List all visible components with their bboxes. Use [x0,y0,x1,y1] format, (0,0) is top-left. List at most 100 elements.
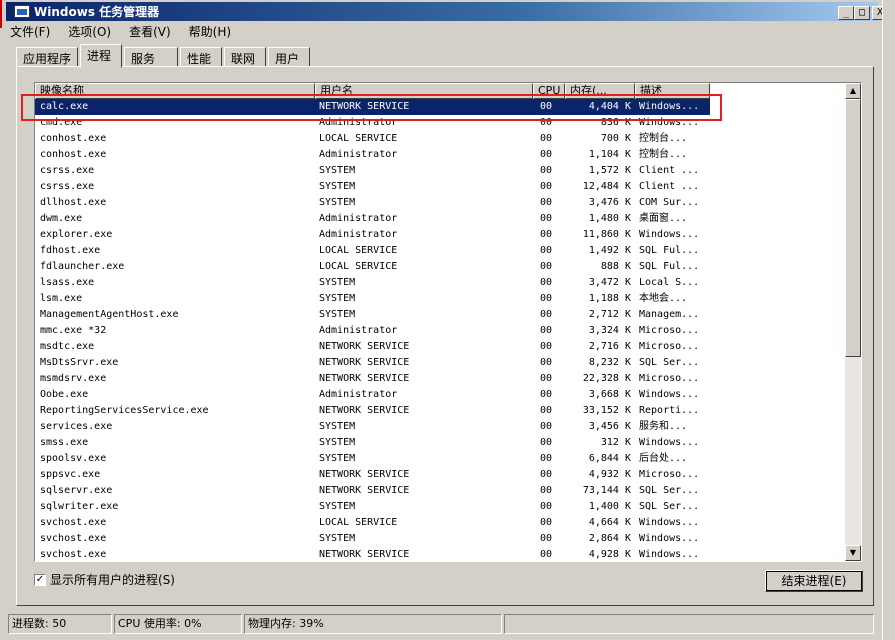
image-name-cell: smss.exe [40,437,89,448]
memory-cell: 2,716 K [588,341,631,352]
user-name-cell: SYSTEM [319,309,356,320]
image-name-cell: conhost.exe [40,149,107,160]
process-row[interactable]: svchost.exe LOCAL SERVICE 00 4,664 K Windows… [35,515,710,531]
process-row[interactable]: fdhost.exe LOCAL SERVICE 00 1,492 K SQL Ful.… [35,243,710,259]
maximize-button[interactable]: □ [854,6,870,20]
image-name-cell: sqlservr.exe [40,485,113,496]
process-row[interactable]: svchost.exe NETWORK SERVICE 00 4,928 K Windo… [35,547,710,561]
cpu-cell: 00 [540,181,553,192]
process-row[interactable]: csrss.exe SYSTEM 00 12,484 K Client ... [35,179,710,195]
cpu-cell: 00 [540,245,553,256]
cpu-cell: 00 [540,197,553,208]
cpu-cell: 00 [540,261,553,272]
process-row[interactable]: smss.exe SYSTEM 00 312 K Windows... [35,435,710,451]
user-name-cell: SYSTEM [319,181,356,192]
memory-cell: 1,492 K [588,245,631,256]
memory-cell: 1,188 K [588,293,631,304]
process-row[interactable]: spoolsv.exe SYSTEM 00 6,844 K 后台处... [35,451,710,467]
cpu-cell: 00 [540,133,553,144]
process-row[interactable]: sqlwriter.exe SYSTEM 00 1,400 K SQL Ser... [35,499,710,515]
user-name-cell: SYSTEM [319,437,356,448]
description-cell: 后台处... [639,453,688,464]
image-name-cell: svchost.exe [40,549,107,560]
memory-cell: 1,400 K [588,501,631,512]
user-name-cell: LOCAL SERVICE [319,245,398,256]
menu-help[interactable]: 帮助(H) [187,23,233,40]
process-row[interactable]: svchost.exe SYSTEM 00 2,864 K Windows... [35,531,710,547]
process-row[interactable]: lsass.exe SYSTEM 00 3,472 K Local S... [35,275,710,291]
process-row[interactable]: msdtc.exe NETWORK SERVICE 00 2,716 K Microso… [35,339,710,355]
memory-cell: 700 K [600,133,631,144]
cpu-cell: 00 [540,213,553,224]
user-name-cell: SYSTEM [319,165,356,176]
tab-services[interactable]: 服务 [124,47,179,67]
user-name-cell: Administrator [319,325,398,336]
image-name-cell: lsass.exe [40,277,95,288]
vertical-scrollbar[interactable]: ▲ ▼ [845,83,861,561]
process-row[interactable]: explorer.exe Administrator 00 11,860 K Windo… [35,227,710,243]
menu-view[interactable]: 查看(V) [127,23,173,40]
image-name-cell: svchost.exe [40,533,107,544]
tab-performance[interactable]: 性能 [180,47,223,67]
cpu-cell: 00 [540,165,553,176]
tab-networking[interactable]: 联网 [224,47,267,67]
process-row[interactable]: sqlservr.exe NETWORK SERVICE 00 73,144 K SQL… [35,483,710,499]
process-row[interactable]: conhost.exe LOCAL SERVICE 00 700 K 控制台... [35,131,710,147]
process-row[interactable]: msmdsrv.exe NETWORK SERVICE 00 22,328 K Micr… [35,371,710,387]
memory-cell: 33,152 K [582,405,631,416]
description-cell: 桌面窗... [639,213,688,224]
cpu-cell: 00 [540,373,553,384]
scroll-down-arrow-icon[interactable]: ▼ [845,545,861,561]
tab-processes[interactable]: 进程 [80,44,123,68]
memory-cell: 2,712 K [588,309,631,320]
process-row[interactable]: sppsvc.exe NETWORK SERVICE 00 4,932 K Micros… [35,467,710,483]
memory-cell: 11,860 K [582,229,631,240]
cpu-cell: 00 [540,485,553,496]
tab-users[interactable]: 用户 [268,47,311,67]
process-row[interactable]: conhost.exe Administrator 00 1,104 K 控制台... [35,147,710,163]
process-row[interactable]: dllhost.exe SYSTEM 00 3,476 K COM Sur... [35,195,710,211]
process-row[interactable]: mmc.exe *32 Administrator 00 3,324 K Microso… [35,323,710,339]
process-row[interactable]: services.exe SYSTEM 00 3,456 K 服务和... [35,419,710,435]
user-name-cell: NETWORK SERVICE [319,469,410,480]
image-name-cell: dwm.exe [40,213,83,224]
process-list[interactable]: 映像名称 用户名 CPU 内存(... 描述 calc.exe NETWORK S… [34,82,862,562]
process-row[interactable]: MsDtsSrvr.exe NETWORK SERVICE 00 8,232 K SQL… [35,355,710,371]
scroll-up-arrow-icon[interactable]: ▲ [845,83,861,99]
image-name-cell: msmdsrv.exe [40,373,107,384]
process-row[interactable]: ReportingServicesService.exe NETWORK SERV… [35,403,710,419]
show-all-users-option[interactable]: ✓ 显示所有用户的进程(S) [34,571,175,588]
description-cell: Windows... [639,517,700,528]
cpu-cell: 00 [540,517,553,528]
show-all-users-checkbox[interactable]: ✓ [34,573,46,586]
process-row[interactable]: csrss.exe SYSTEM 00 1,572 K Client ... [35,163,710,179]
description-cell: Local S... [639,277,700,288]
description-cell: Windows... [639,229,700,240]
scroll-thumb[interactable] [845,99,861,357]
background-window-edge [882,0,895,640]
process-row[interactable]: lsm.exe SYSTEM 00 1,188 K 本地会... [35,291,710,307]
process-row[interactable]: dwm.exe Administrator 00 1,480 K 桌面窗... [35,211,710,227]
image-name-cell: csrss.exe [40,181,95,192]
user-name-cell: NETWORK SERVICE [319,341,410,352]
title-bar[interactable]: Windows 任务管理器 _ □ X [6,2,888,21]
menu-options[interactable]: 选项(O) [66,23,113,40]
process-row[interactable]: fdlauncher.exe LOCAL SERVICE 00 888 K SQL Fu… [35,259,710,275]
image-name-cell: ReportingServicesService.exe [40,405,209,416]
cpu-cell: 00 [540,229,553,240]
task-manager-icon [14,5,30,18]
memory-cell: 1,572 K [588,165,631,176]
description-cell: 控制台... [639,149,688,160]
menu-file[interactable]: 文件(F) [8,23,52,40]
minimize-button[interactable]: _ [838,6,854,20]
end-process-button[interactable]: 结束进程(E) [765,570,863,592]
description-cell: 服务和... [639,421,688,432]
cpu-cell: 00 [540,325,553,336]
cpu-cell: 00 [540,277,553,288]
process-row[interactable]: Oobe.exe Administrator 00 3,668 K Windows... [35,387,710,403]
tab-applications[interactable]: 应用程序 [16,47,79,67]
cpu-cell: 00 [540,309,553,320]
description-cell: SQL Ser... [639,501,700,512]
description-cell: Microso... [639,469,700,480]
process-row[interactable]: ManagementAgentHost.exe SYSTEM 00 2,712 K Ma… [35,307,710,323]
